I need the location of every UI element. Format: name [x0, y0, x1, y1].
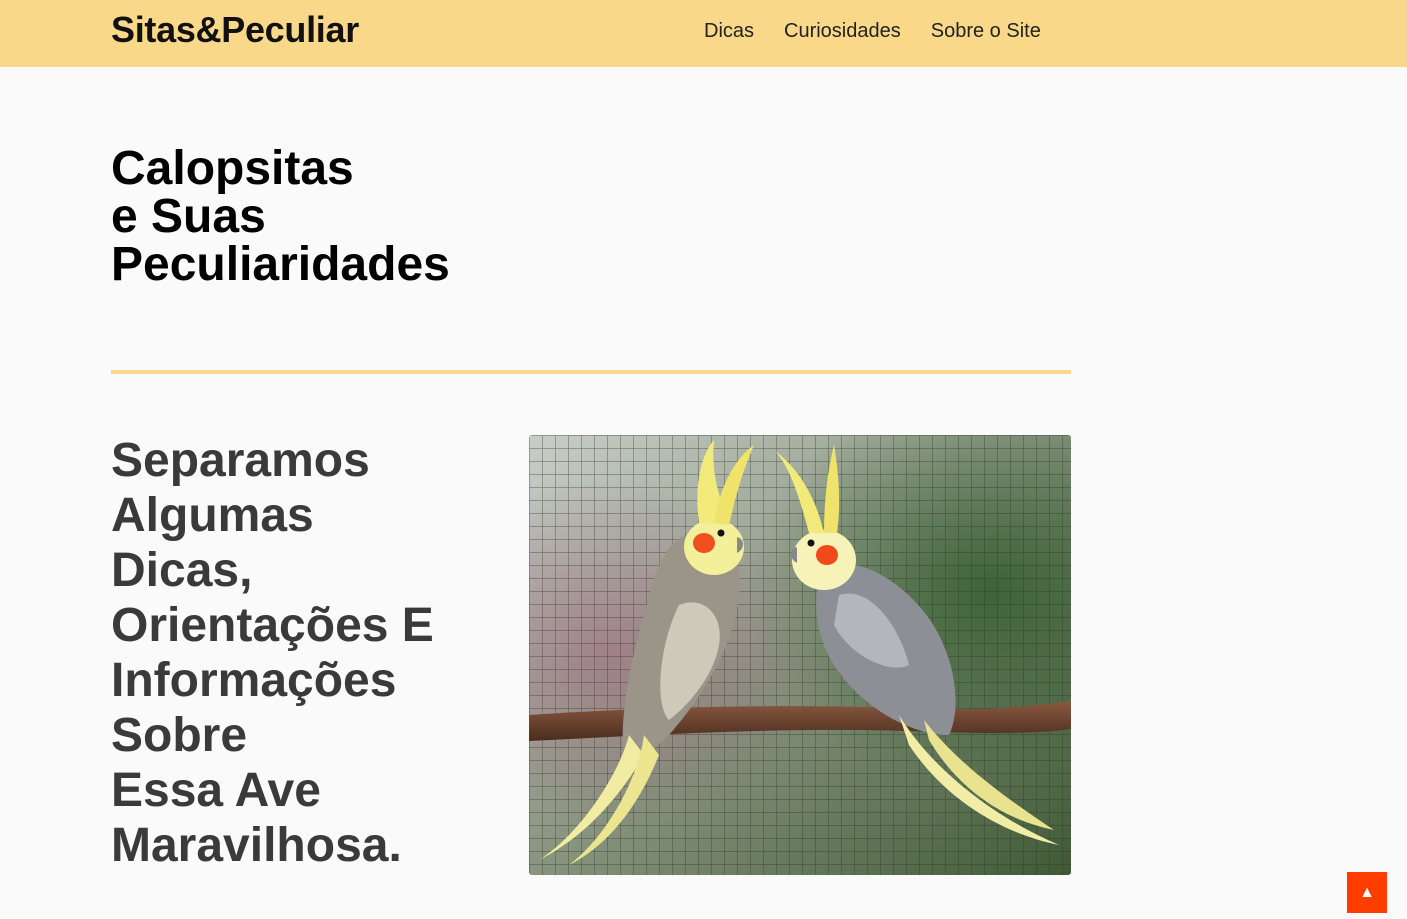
page-title-line: Peculiaridades — [111, 238, 450, 291]
site-logo[interactable]: Sitas&Peculiar — [111, 9, 359, 51]
intro-line: Informações — [111, 654, 397, 707]
intro-line: Separamos — [111, 434, 370, 487]
site-header: Sitas&Peculiar Dicas Curiosidades Sobre … — [0, 0, 1407, 67]
intro-line: Sobre — [111, 709, 248, 762]
intro-line: Dicas, — [111, 544, 253, 597]
nav-link-dicas[interactable]: Dicas — [704, 19, 754, 43]
arrow-up-icon: ▲ — [1359, 883, 1375, 901]
main-nav: Dicas Curiosidades Sobre o Site — [704, 19, 1041, 43]
page-title: Calopsitas e Suas Peculiaridades — [111, 145, 450, 289]
page-title-line: Calopsitas — [111, 142, 354, 195]
page-title-line: e Suas — [111, 190, 266, 243]
back-to-top-button[interactable]: ▲ — [1347, 872, 1387, 913]
intro-heading: Separamos Algumas Dicas, Orientações E I… — [111, 433, 471, 873]
nav-link-sobre-o-site[interactable]: Sobre o Site — [931, 19, 1041, 43]
cockatiels-photo — [529, 435, 1071, 875]
nav-link-curiosidades[interactable]: Curiosidades — [784, 19, 901, 43]
section-divider — [111, 370, 1071, 374]
intro-line: Algumas — [111, 489, 314, 542]
intro-line: Orientações E — [111, 599, 434, 652]
intro-line: Maravilhosa. — [111, 819, 402, 872]
intro-line: Essa Ave — [111, 764, 321, 817]
